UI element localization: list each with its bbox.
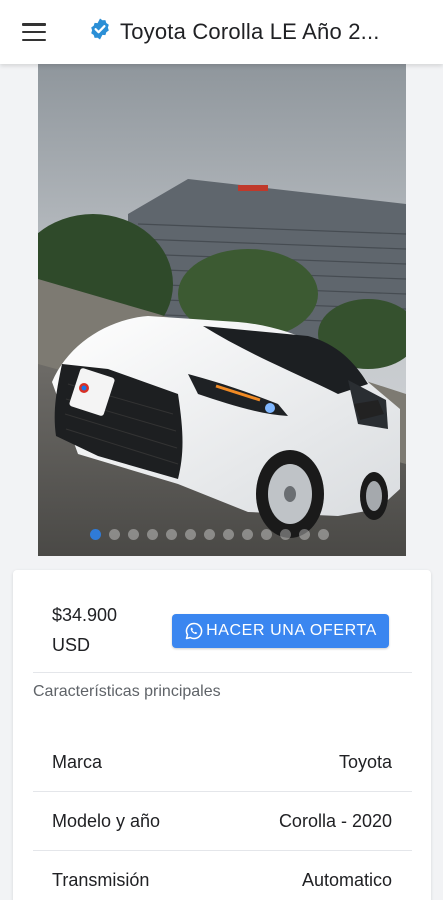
verified-badge-icon: [91, 18, 109, 40]
photo-carousel[interactable]: [38, 64, 406, 556]
carousel-dot[interactable]: [242, 529, 253, 540]
feature-label: Marca: [52, 752, 103, 772]
hamburger-menu-icon[interactable]: [22, 21, 50, 43]
price-amount: $34.900: [52, 605, 118, 625]
carousel-dot[interactable]: [90, 529, 101, 540]
carousel-dot[interactable]: [204, 529, 215, 540]
feature-row-transmission: Transmisión Automatico: [52, 870, 392, 891]
carousel-dot[interactable]: [185, 529, 196, 540]
price-currency: USD: [52, 635, 91, 655]
whatsapp-icon: [185, 622, 203, 640]
feature-value: Corolla - 2020: [278, 811, 392, 831]
make-offer-button[interactable]: HACER UNA OFERTA: [172, 614, 389, 648]
car-photo: [38, 64, 406, 556]
make-offer-label: HACER UNA OFERTA: [206, 622, 377, 639]
carousel-dot[interactable]: [166, 529, 177, 540]
carousel-dot[interactable]: [147, 529, 158, 540]
carousel-dot[interactable]: [261, 529, 272, 540]
carousel-dot[interactable]: [280, 529, 291, 540]
app-bar: Toyota Corolla LE Año 2...: [0, 0, 443, 64]
divider: [33, 791, 412, 792]
feature-label: Modelo y año: [52, 811, 161, 831]
divider: [33, 672, 412, 673]
carousel-dot[interactable]: [128, 529, 139, 540]
carousel-dot[interactable]: [318, 529, 329, 540]
feature-row-model-year: Modelo y año Corolla - 2020: [52, 811, 392, 832]
features-heading: Características principales: [33, 683, 221, 700]
feature-value: Automatico: [301, 870, 392, 890]
page-title: Toyota Corolla LE Año 2...: [120, 19, 380, 44]
divider: [33, 850, 412, 851]
listing-card: $34.900 USD HACER UNA OFERTA Característ…: [13, 570, 431, 900]
feature-value: Toyota: [338, 752, 392, 772]
feature-label: Transmisión: [52, 870, 150, 890]
feature-row-brand: Marca Toyota: [52, 752, 392, 773]
carousel-dot[interactable]: [299, 529, 310, 540]
carousel-dot[interactable]: [109, 529, 120, 540]
price-block: $34.900 USD: [52, 600, 117, 660]
carousel-dot[interactable]: [223, 529, 234, 540]
carousel-pagination: [90, 529, 329, 540]
